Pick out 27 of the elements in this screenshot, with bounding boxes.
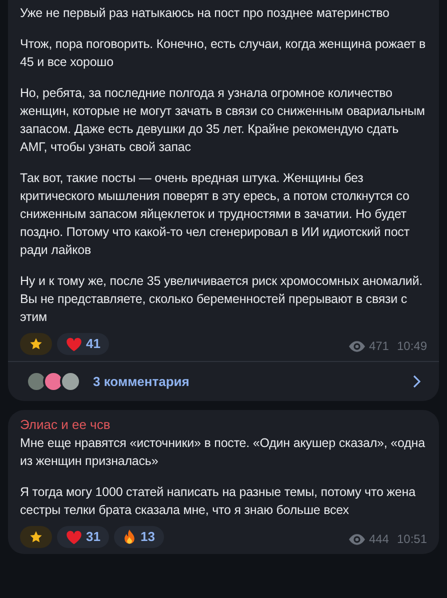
reaction-button[interactable]: 13 [114, 526, 164, 548]
view-count: 444 [368, 531, 389, 548]
chevron-right-icon [413, 375, 421, 388]
star-icon [29, 337, 43, 351]
message-text: Мне еще нравятся «источники» в посте. «Один акушер сказал», «одна из женщин призналась» [20, 435, 426, 470]
fire-icon [123, 529, 136, 545]
reaction-button[interactable]: 41 [57, 333, 110, 355]
reaction-button[interactable]: 31 [57, 526, 110, 548]
eye-icon [348, 534, 365, 544]
message-text: Я тогда могу 1000 статей написать на разные темы, потому что жена сестры телки брата сказала мне, что я знаю больше всех [20, 484, 417, 519]
message-text: Ну и к тому же, после 35 увеличивается риск хромосомных аномалий. Вы не представляете, сколько беременностей прерывают в связи с этим [20, 273, 424, 326]
view-count: 471 [368, 338, 389, 355]
message-time: 10:51 [396, 531, 427, 548]
message-text: Так вот, такие посты — очень вредная штука. Женщины без критического мышления поверят в эту ересь, а потом столкнутся со сниженным запасом яйцеклеток и трудностями в зачатии. Но будет поздно. Потому что какой-то чел сгенерировал в ИИ идиотский пост ради лайков [20, 170, 410, 259]
message-text: Уже не первый раз натыкаюсь на пост про позднее материнство [20, 5, 390, 22]
author-name[interactable]: Элиас и ее чсв [20, 416, 427, 434]
message-text: Но, ребята, за последние полгода я узнала огромное количество женщин, которые не могут зачать в связи со сниженным овариальным запасом. Даже есть девушки до 35 лет. Крайне рекомендую сдать АМГ, чтобы узнать свой запас [20, 85, 426, 156]
comments-label[interactable]: 3 комментария [93, 372, 190, 392]
message-time: 10:49 [396, 338, 427, 355]
star-icon [29, 530, 43, 544]
comments-bar[interactable]: 3 комментария [8, 361, 439, 401]
eye-icon [348, 340, 365, 352]
reaction-button[interactable] [20, 333, 52, 355]
heart-icon [66, 336, 82, 352]
message-text: Чтож, пора поговорить. Конечно, есть случаи, когда женщина рожает в 45 и все хорошо [20, 36, 427, 71]
heart-icon [66, 530, 82, 544]
reaction-button[interactable] [20, 526, 52, 548]
